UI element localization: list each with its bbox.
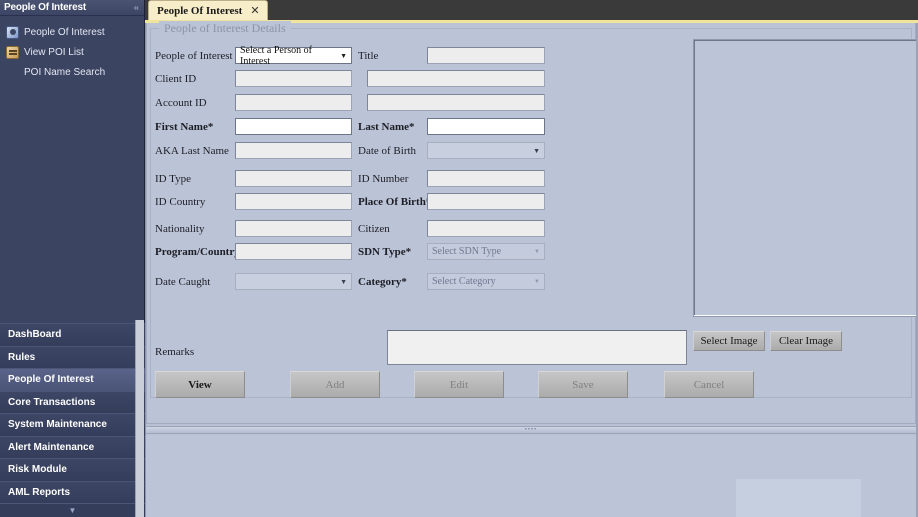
sidebar-menu: DashBoard Rules People Of Interest Core … [0, 323, 145, 517]
label-aka-last-name: AKA Last Name [155, 145, 229, 157]
label-client-id: Client ID [155, 73, 197, 85]
sidebar-item-label: People Of Interest [24, 26, 105, 38]
account-id-input[interactable] [235, 94, 352, 111]
application-window: People Of Interest « People Of Interest … [0, 0, 918, 517]
content-area: People of Interest Details People of Int… [145, 21, 918, 517]
sidebar-item-view-poi-list[interactable]: View POI List [0, 42, 144, 62]
sidebar-item-people-of-interest[interactable]: People Of Interest [0, 22, 144, 42]
pane-splitter[interactable]: •••• [146, 426, 916, 434]
date-caught-picker[interactable] [235, 273, 352, 290]
sidebar-item-poi-name-search[interactable]: POI Name Search [0, 62, 144, 82]
sidebar-title: People Of Interest [4, 2, 86, 13]
aka-last-name-input[interactable] [235, 142, 352, 159]
cancel-button[interactable]: Cancel [664, 371, 754, 398]
tab-people-of-interest[interactable]: People Of Interest ✕ [148, 0, 268, 20]
label-first-name: First Name* [155, 121, 214, 133]
sidebar: People Of Interest « People Of Interest … [0, 0, 145, 517]
tab-bar: People Of Interest ✕ [145, 0, 918, 20]
program-country-input[interactable] [235, 243, 352, 260]
first-name-input[interactable] [235, 118, 352, 135]
list-icon [6, 45, 19, 59]
title-input[interactable] [427, 47, 545, 64]
people-of-interest-select[interactable]: Select a Person of Interest [235, 45, 352, 67]
close-icon[interactable]: ✕ [250, 4, 259, 17]
last-name-input[interactable] [427, 118, 545, 135]
label-sdn-type: SDN Type* [358, 246, 412, 258]
remarks-textarea[interactable] [387, 330, 687, 365]
label-date-caught: Date Caught [155, 276, 211, 288]
label-nationality: Nationality [155, 223, 205, 235]
select-image-button[interactable]: Select Image [693, 331, 765, 351]
menu-item-alert-maintenance[interactable]: Alert Maintenance [0, 435, 145, 458]
menu-item-system-maintenance[interactable]: System Maintenance [0, 413, 145, 436]
menu-item-rules[interactable]: Rules [0, 345, 145, 368]
view-button[interactable]: View [155, 371, 245, 398]
image-preview-panel[interactable] [693, 39, 918, 317]
clear-image-button[interactable]: Clear Image [770, 331, 842, 351]
edit-button[interactable]: Edit [414, 371, 504, 398]
client-id-input[interactable] [235, 70, 352, 87]
label-id-type: ID Type [155, 173, 191, 185]
label-account-id: Account ID [155, 97, 207, 109]
label-last-name: Last Name* [358, 121, 415, 133]
add-button[interactable]: Add [290, 371, 380, 398]
category-select[interactable]: Select Category [427, 273, 545, 290]
menu-item-core-transactions[interactable]: Core Transactions [0, 390, 145, 413]
label-program-country: Program/Country* [155, 246, 246, 258]
id-type-input[interactable] [235, 170, 352, 187]
sidebar-tree: People Of Interest View POI List POI Nam… [0, 16, 144, 82]
citizen-input[interactable] [427, 220, 545, 237]
group-legend: People of Interest Details [159, 21, 291, 36]
id-number-input[interactable] [427, 170, 545, 187]
save-button[interactable]: Save [538, 371, 628, 398]
label-id-number: ID Number [358, 173, 409, 185]
sdn-type-select[interactable]: Select SDN Type [427, 243, 545, 260]
id-country-input[interactable] [235, 193, 352, 210]
form-pane: People of Interest Details People of Int… [146, 21, 918, 424]
sidebar-scrollbar[interactable] [135, 320, 144, 517]
tab-label: People Of Interest [157, 4, 243, 17]
label-title: Title [358, 50, 379, 62]
nationality-input[interactable] [235, 220, 352, 237]
menu-item-dashboard[interactable]: DashBoard [0, 323, 145, 346]
label-date-of-birth: Date of Birth [358, 145, 417, 157]
menu-item-risk-module[interactable]: Risk Module [0, 458, 145, 481]
menu-item-aml-reports[interactable]: AML Reports [0, 480, 145, 503]
people-icon [6, 25, 19, 39]
account-id-secondary-input[interactable] [367, 94, 545, 111]
sidebar-item-label: View POI List [24, 46, 84, 58]
menu-item-people-of-interest[interactable]: People Of Interest [0, 368, 145, 391]
date-of-birth-picker[interactable] [427, 142, 545, 159]
lower-pane [146, 435, 916, 517]
lower-pane-placeholder [736, 479, 861, 517]
place-of-birth-input[interactable] [427, 193, 545, 210]
chevron-double-left-icon[interactable]: « [134, 2, 140, 13]
label-people-of-interest: People of Interest [155, 50, 233, 62]
label-category: Category* [358, 276, 407, 288]
sidebar-item-label: POI Name Search [24, 66, 106, 78]
sidebar-header: People Of Interest « [0, 0, 144, 16]
client-id-secondary-input[interactable] [367, 70, 545, 87]
label-place-of-birth: Place Of Birth* [358, 196, 432, 208]
label-id-country: ID Country [155, 196, 206, 208]
splitter-grip-icon: •••• [524, 427, 538, 433]
label-remarks: Remarks [155, 346, 195, 358]
label-citizen: Citizen [358, 223, 390, 235]
chevron-down-icon[interactable]: ▼ [0, 503, 145, 517]
